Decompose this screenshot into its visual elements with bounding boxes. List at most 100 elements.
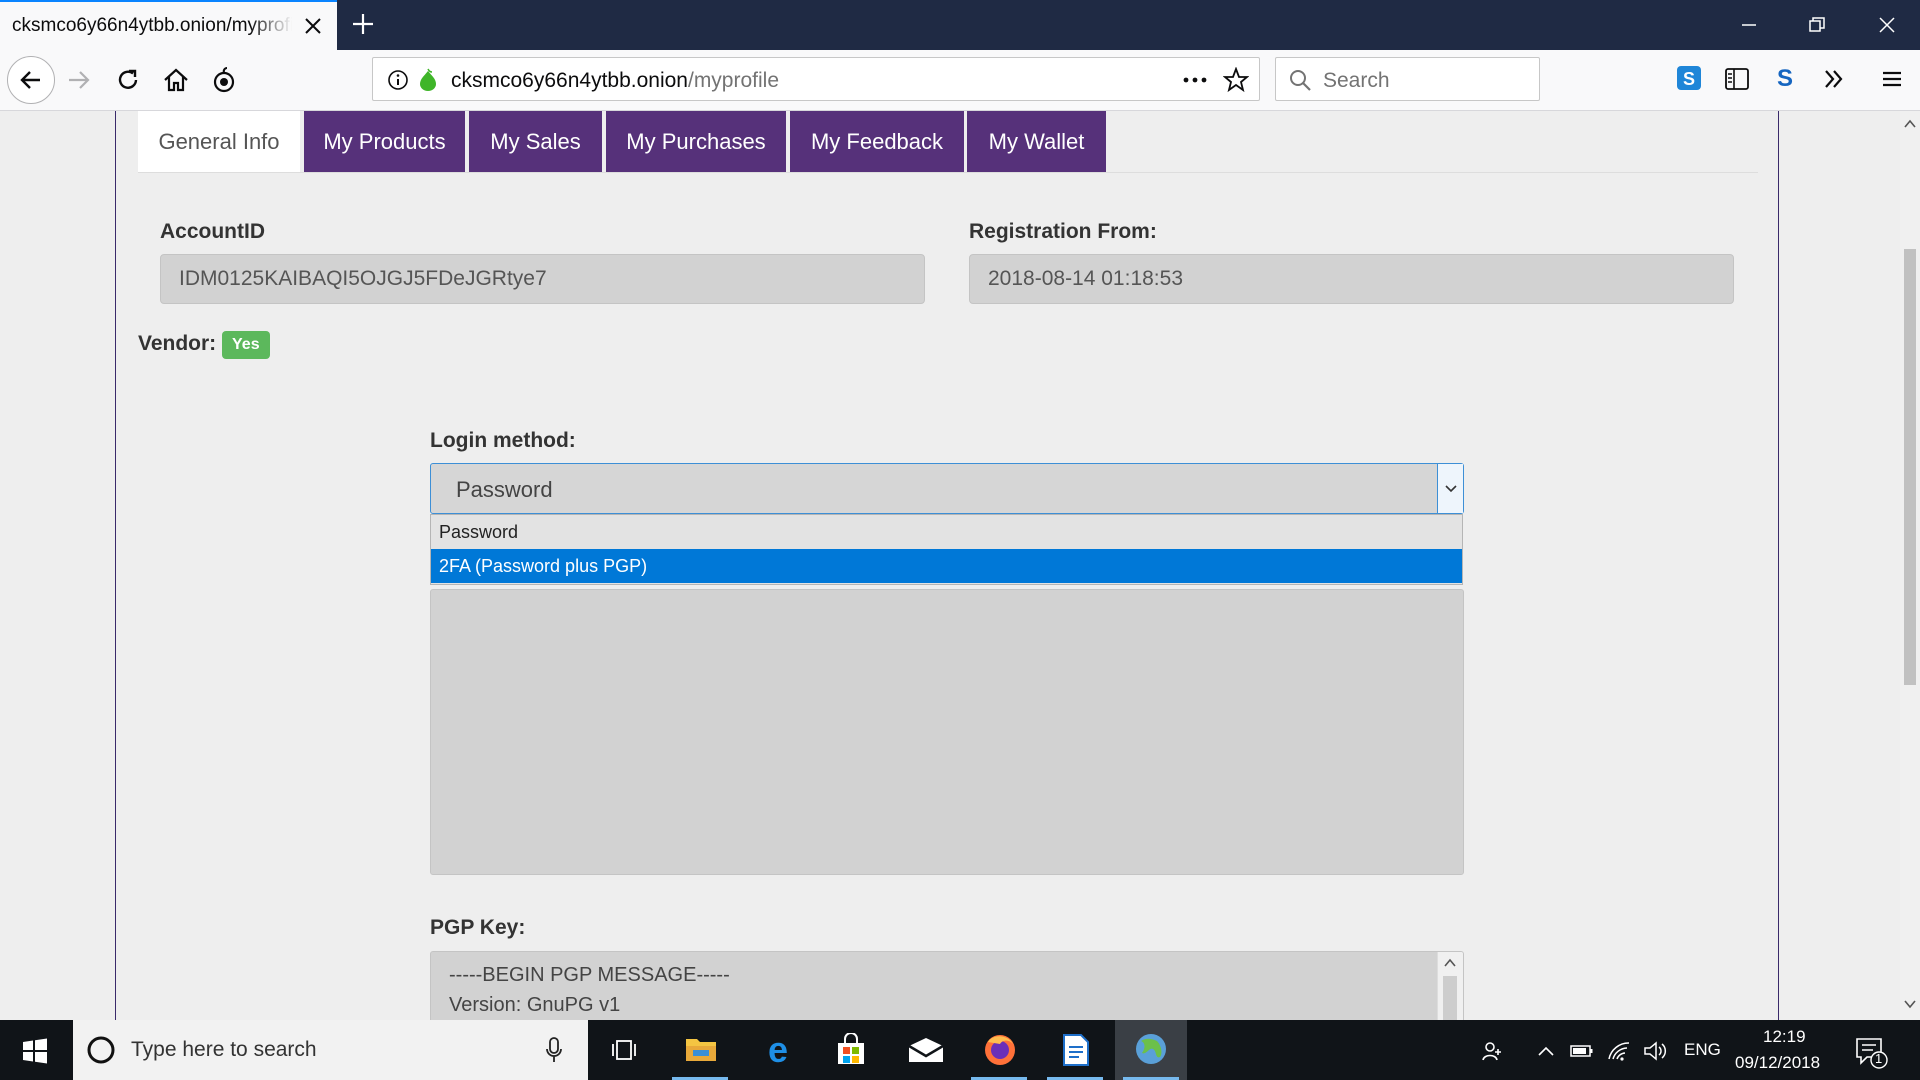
option-password[interactable]: Password (431, 515, 1462, 549)
extension-s-icon[interactable]: S (1771, 64, 1799, 92)
svg-text:S: S (1683, 69, 1695, 89)
language-indicator[interactable]: ENG (1684, 1040, 1721, 1060)
onion-secure-icon[interactable] (417, 68, 439, 92)
mail-icon (908, 1038, 944, 1062)
tab-my-feedback[interactable]: My Feedback (790, 111, 964, 172)
tab-general-info[interactable]: General Info (138, 111, 300, 172)
pgp-key-label: PGP Key: (430, 916, 526, 939)
pgp-info-box (430, 589, 1464, 875)
firefox-button[interactable] (963, 1020, 1035, 1080)
microphone-icon[interactable] (545, 1036, 563, 1064)
textarea-scrollbar[interactable] (1437, 952, 1463, 1020)
registration-field: 2018-08-14 01:18:53 (969, 254, 1734, 304)
tab-my-wallet[interactable]: My Wallet (967, 111, 1106, 172)
firefox-icon (985, 1035, 1015, 1065)
registration-label: Registration From: (969, 220, 1157, 243)
tab-my-purchases[interactable]: My Purchases (606, 111, 786, 172)
login-method-select[interactable]: Password (430, 463, 1464, 514)
store-icon (838, 1033, 864, 1064)
edge-icon: e (768, 1033, 788, 1067)
info-icon[interactable] (387, 69, 409, 91)
tor-browser-icon (1136, 1034, 1166, 1064)
page-scrollbar[interactable] (1900, 111, 1920, 1020)
textarea-scroll-thumb[interactable] (1443, 976, 1457, 1020)
browser-titlebar: cksmco6y66n4ytbb.onion/myprofile (0, 0, 1920, 50)
chevron-down-icon (1445, 485, 1457, 493)
login-method-options: Password 2FA (Password plus PGP) (430, 514, 1463, 585)
url-host: cksmco6y66n4ytbb.onion (451, 69, 688, 92)
task-view-button[interactable] (588, 1020, 660, 1080)
overflow-chevrons-icon[interactable] (1820, 65, 1848, 93)
notifications-icon (1856, 1038, 1888, 1069)
tab-title: cksmco6y66n4ytbb.onion/myprofile (12, 15, 292, 36)
search-icon (1290, 70, 1311, 91)
clock-date[interactable]: 09/12/2018 (1735, 1053, 1820, 1073)
taskbar-search-box[interactable]: Type here to search (73, 1020, 588, 1080)
clock-time[interactable]: 12:19 (1763, 1027, 1806, 1047)
tor-browser-button[interactable] (1115, 1020, 1187, 1080)
vendor-label: Vendor: (138, 332, 217, 355)
mail-button[interactable] (889, 1020, 961, 1080)
dropdown-toggle[interactable] (1437, 464, 1463, 513)
page-viewport: General Info My Products My Sales My Pur… (0, 111, 1900, 1020)
login-method-label: Login method: (430, 429, 576, 452)
file-explorer-button[interactable] (664, 1020, 736, 1080)
back-button[interactable] (7, 56, 55, 104)
search-bar[interactable]: Search (1275, 57, 1540, 101)
scroll-down-icon[interactable] (1903, 997, 1917, 1011)
scroll-up-icon[interactable] (1443, 956, 1457, 970)
windows-start-icon[interactable] (22, 1038, 48, 1064)
home-icon[interactable] (161, 65, 191, 95)
url-path: /myprofile (687, 69, 780, 92)
account-id-field: IDM0125KAIBAQI5OJGJ5FDeJGRtye7 (160, 254, 925, 304)
reload-icon[interactable] (113, 65, 143, 95)
scroll-up-icon[interactable] (1903, 117, 1917, 131)
windows-taskbar: Type here to search e ENG 12:19 09/12/20… (0, 1020, 1920, 1080)
taskbar-search-placeholder: Type here to search (131, 1038, 317, 1061)
page-actions-icon[interactable] (1181, 69, 1209, 91)
show-hidden-icons-chevron-icon[interactable] (1537, 1042, 1555, 1060)
profile-tabs: General Info My Products My Sales My Pur… (138, 111, 1758, 173)
restore-window-icon[interactable] (1805, 13, 1829, 37)
edge-button[interactable]: e (740, 1020, 812, 1080)
people-icon[interactable] (1480, 1039, 1504, 1063)
svg-text:e: e (768, 1033, 788, 1067)
battery-icon[interactable] (1570, 1041, 1594, 1061)
tab-my-sales[interactable]: My Sales (469, 111, 602, 172)
browser-toolbar: cksmco6y66n4ytbb.onion/myprofile Search … (0, 50, 1920, 111)
bookmark-star-icon[interactable] (1223, 67, 1249, 93)
document-button[interactable] (1039, 1020, 1111, 1080)
tab-my-products[interactable]: My Products (304, 111, 465, 172)
store-button[interactable] (814, 1020, 886, 1080)
skype-extension-icon[interactable]: S (1675, 64, 1703, 92)
vendor-status-badge: Yes (222, 331, 270, 359)
login-method-selected: Password (456, 477, 553, 502)
page-scroll-thumb[interactable] (1904, 249, 1916, 685)
volume-icon[interactable] (1642, 1039, 1668, 1063)
notification-count: 1 (1875, 1051, 1883, 1066)
close-window-icon[interactable] (1875, 13, 1899, 37)
account-id-label: AccountID (160, 220, 265, 243)
reader-sidebar-icon[interactable] (1723, 65, 1751, 93)
url-text: cksmco6y66n4ytbb.onion/myprofile (451, 69, 779, 93)
pgp-line-2: Version: GnuPG v1 (449, 994, 621, 1016)
back-arrow-icon (20, 71, 40, 89)
minimize-window-icon[interactable] (1737, 13, 1761, 37)
tor-onion-icon[interactable] (209, 65, 239, 95)
file-explorer-icon (686, 1039, 716, 1061)
wifi-icon[interactable] (1607, 1039, 1631, 1063)
forward-arrow-icon[interactable] (64, 65, 94, 95)
cortana-circle-icon (87, 1036, 115, 1064)
action-center-button[interactable]: 1 (1853, 1035, 1889, 1069)
close-tab-icon[interactable] (301, 14, 325, 38)
hamburger-menu-icon[interactable] (1878, 65, 1906, 93)
browser-tab-active[interactable]: cksmco6y66n4ytbb.onion/myprofile (0, 0, 337, 50)
svg-text:S: S (1777, 65, 1793, 92)
new-tab-icon[interactable] (350, 11, 376, 37)
document-icon (1063, 1034, 1089, 1066)
option-2fa[interactable]: 2FA (Password plus PGP) (431, 549, 1462, 583)
pgp-key-textarea[interactable]: -----BEGIN PGP MESSAGE----- Version: Gnu… (430, 951, 1464, 1020)
task-view-icon (612, 1040, 636, 1060)
pgp-line-1: -----BEGIN PGP MESSAGE----- (449, 964, 730, 986)
url-bar[interactable]: cksmco6y66n4ytbb.onion/myprofile (372, 57, 1260, 101)
